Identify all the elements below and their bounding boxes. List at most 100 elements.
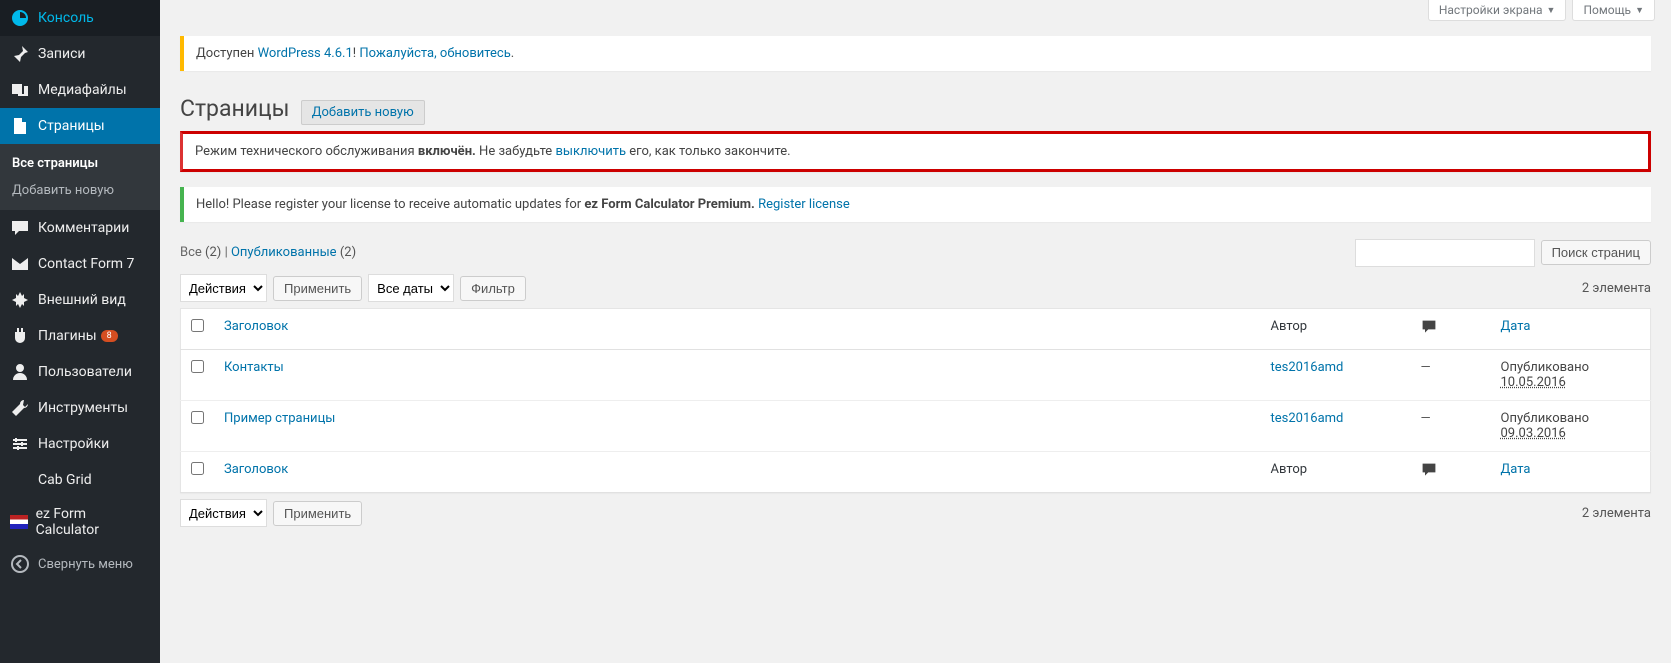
screen-meta: Настройки экрана▼ Помощь▼ (160, 0, 1671, 21)
admin-sidebar: Консоль Записи Медиафайлы Страницы Все с… (0, 0, 160, 663)
ezfc-icon (10, 515, 28, 529)
dashboard-icon (10, 8, 30, 28)
filter-published-link[interactable]: Опубликованные (231, 245, 337, 260)
collapse-label: Свернуть меню (38, 557, 133, 572)
register-license-link[interactable]: Register license (758, 197, 850, 212)
filter-published-count: (2) (340, 245, 356, 260)
page-title-link[interactable]: Контакты (224, 360, 284, 375)
pages-table: Заголовок Автор Дата Контакты tes2016amd… (180, 308, 1651, 493)
plugins-icon (10, 326, 30, 346)
sidebar-item-plugins[interactable]: Плагины 8 (0, 318, 160, 354)
items-count-bottom: 2 элемента (1582, 506, 1651, 521)
sidebar-item-tools[interactable]: Инструменты (0, 390, 160, 426)
col-comments-footer (1411, 452, 1491, 493)
submenu-add-new[interactable]: Добавить новую (0, 177, 160, 204)
sidebar-item-label: Страницы (38, 118, 105, 134)
sidebar-item-users[interactable]: Пользователи (0, 354, 160, 390)
sidebar-item-comments[interactable]: Комментарии (0, 210, 160, 246)
chevron-down-icon: ▼ (1547, 5, 1556, 16)
media-icon (10, 80, 30, 100)
add-new-button[interactable]: Добавить новую (301, 100, 425, 125)
comments-icon (10, 218, 30, 238)
sidebar-item-posts[interactable]: Записи (0, 36, 160, 72)
table-row: Контакты tes2016amd — Опубликовано10.05.… (181, 350, 1651, 401)
author-link[interactable]: tes2016amd (1271, 411, 1344, 426)
comment-bubble-icon (1421, 319, 1437, 333)
maintenance-notice: Режим технического обслуживания включён.… (180, 131, 1651, 172)
filter-all-label: Все (180, 245, 202, 260)
table-row: Пример страницы tes2016amd — Опубликован… (181, 401, 1651, 452)
sidebar-item-label: Инструменты (38, 400, 128, 416)
sidebar-item-label: Медиафайлы (38, 82, 127, 98)
row-checkbox[interactable] (191, 411, 204, 424)
select-all-checkbox-footer[interactable] (191, 462, 204, 475)
appearance-icon (10, 290, 30, 310)
comments-count: — (1421, 411, 1431, 426)
status-filters: Все (2) | Опубликованные (2) (180, 245, 356, 260)
select-all-checkbox[interactable] (191, 319, 204, 332)
col-author: Автор (1261, 309, 1411, 350)
author-link[interactable]: tes2016amd (1271, 360, 1344, 375)
sidebar-item-label: Плагины (38, 328, 97, 344)
apply-button[interactable]: Применить (273, 276, 362, 301)
page-title-link[interactable]: Пример страницы (224, 411, 335, 426)
col-author-footer: Автор (1261, 452, 1411, 493)
sidebar-item-pages[interactable]: Страницы (0, 108, 160, 144)
wordpress-version-link[interactable]: WordPress 4.6.1 (258, 46, 353, 61)
collapse-menu[interactable]: Свернуть меню (0, 546, 160, 582)
submenu-all-pages[interactable]: Все страницы (0, 150, 160, 177)
sidebar-item-label: Contact Form 7 (38, 256, 134, 272)
sidebar-item-settings[interactable]: Настройки (0, 426, 160, 462)
apply-button-bottom[interactable]: Применить (273, 501, 362, 526)
disable-maintenance-link[interactable]: выключить (555, 144, 626, 159)
col-comments (1411, 309, 1491, 350)
sidebar-item-label: ez Form Calculator (36, 506, 150, 538)
search-button[interactable]: Поиск страниц (1541, 240, 1651, 265)
chevron-down-icon: ▼ (1635, 5, 1644, 16)
col-title[interactable]: Заголовок (224, 319, 288, 334)
date-status: Опубликовано (1501, 411, 1590, 426)
sidebar-item-label: Внешний вид (38, 292, 126, 308)
filter-button[interactable]: Фильтр (460, 276, 526, 301)
mail-icon (10, 254, 30, 274)
collapse-icon (10, 554, 30, 574)
date-filter-select[interactable]: Все даты (368, 274, 454, 302)
please-update-link[interactable]: Пожалуйста, обновитесь (359, 46, 510, 61)
col-date[interactable]: Дата (1501, 319, 1531, 334)
comments-count: — (1421, 360, 1431, 375)
col-date-footer[interactable]: Дата (1501, 462, 1531, 477)
date-value: 10.05.2016 (1501, 375, 1566, 390)
tablenav-top: Действия Применить Все даты Фильтр 2 эле… (180, 274, 1651, 302)
tools-icon (10, 398, 30, 418)
date-status: Опубликовано (1501, 360, 1590, 375)
row-checkbox[interactable] (191, 360, 204, 373)
page-title: Страницы (180, 86, 290, 126)
sidebar-item-label: Cab Grid (38, 472, 92, 488)
bulk-action-select[interactable]: Действия (180, 274, 267, 302)
sidebar-item-cf7[interactable]: Contact Form 7 (0, 246, 160, 282)
sidebar-item-label: Консоль (38, 10, 94, 26)
sidebar-item-label: Настройки (38, 436, 109, 452)
tablenav-bottom: Действия Применить 2 элемента (180, 499, 1651, 527)
bulk-action-select-bottom[interactable]: Действия (180, 499, 267, 527)
sidebar-item-cabgrid[interactable]: Cab Grid (0, 462, 160, 498)
screen-options-tab[interactable]: Настройки экрана▼ (1428, 0, 1567, 21)
comment-bubble-icon (1421, 462, 1437, 476)
date-value: 09.03.2016 (1501, 426, 1566, 441)
sidebar-item-appearance[interactable]: Внешний вид (0, 282, 160, 318)
col-title-footer[interactable]: Заголовок (224, 462, 288, 477)
sidebar-item-label: Записи (38, 46, 86, 62)
help-tab[interactable]: Помощь▼ (1572, 0, 1655, 21)
sidebar-item-label: Пользователи (38, 364, 132, 380)
sidebar-item-dashboard[interactable]: Консоль (0, 0, 160, 36)
sidebar-item-media[interactable]: Медиафайлы (0, 72, 160, 108)
pin-icon (10, 44, 30, 64)
sidebar-item-ezfc[interactable]: ez Form Calculator (0, 498, 160, 546)
search-input[interactable] (1355, 239, 1535, 267)
pages-submenu: Все страницы Добавить новую (0, 144, 160, 210)
update-notice: Доступен WordPress 4.6.1! Пожалуйста, об… (180, 36, 1651, 71)
generic-icon (10, 470, 30, 490)
items-count: 2 элемента (1582, 281, 1651, 296)
main-content: Настройки экрана▼ Помощь▼ Доступен WordP… (160, 0, 1671, 527)
plugins-badge: 8 (101, 330, 118, 342)
